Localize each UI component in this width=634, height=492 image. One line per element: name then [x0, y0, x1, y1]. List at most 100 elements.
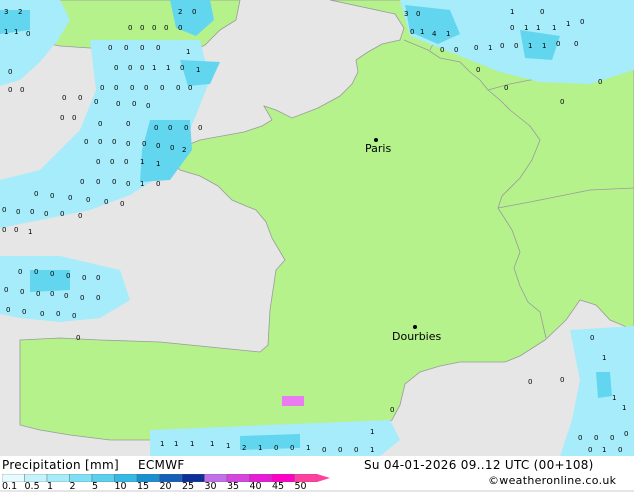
- svg-text:0: 0: [514, 42, 518, 50]
- svg-text:0: 0: [140, 64, 144, 72]
- svg-text:0: 0: [50, 192, 54, 200]
- svg-text:0: 0: [2, 226, 6, 234]
- svg-text:0: 0: [574, 40, 578, 48]
- svg-text:1: 1: [420, 28, 424, 36]
- svg-text:1: 1: [306, 444, 310, 452]
- svg-text:1: 1: [602, 446, 606, 454]
- scale-tick-label: 40: [249, 481, 262, 492]
- svg-text:0: 0: [36, 290, 40, 298]
- svg-text:0: 0: [610, 434, 614, 442]
- svg-text:0: 0: [454, 46, 458, 54]
- svg-text:0: 0: [8, 68, 12, 76]
- svg-text:0: 0: [322, 446, 326, 454]
- svg-text:2: 2: [242, 444, 246, 452]
- svg-text:1: 1: [190, 440, 194, 448]
- precipitation-map[interactable]: 32 110 000 20 00000 00001 0001101 000000…: [0, 0, 634, 456]
- svg-text:0: 0: [34, 268, 38, 276]
- svg-text:0: 0: [140, 24, 144, 32]
- svg-text:0: 0: [56, 310, 60, 318]
- svg-text:1: 1: [542, 42, 546, 50]
- svg-text:0: 0: [120, 200, 124, 208]
- svg-text:0: 0: [126, 180, 130, 188]
- svg-text:1: 1: [602, 354, 606, 362]
- model-name: ECMWF: [138, 458, 185, 472]
- svg-text:0: 0: [126, 120, 130, 128]
- svg-text:0: 0: [64, 292, 68, 300]
- svg-text:0: 0: [62, 94, 66, 102]
- svg-text:0: 0: [30, 208, 34, 216]
- svg-text:0: 0: [20, 288, 24, 296]
- scale-tick-label: 30: [204, 481, 217, 492]
- svg-text:0: 0: [146, 102, 150, 110]
- svg-text:1: 1: [528, 42, 532, 50]
- svg-text:0: 0: [112, 178, 116, 186]
- scale-tick-label: 2: [69, 481, 76, 492]
- scale-tick-label: 35: [227, 481, 240, 492]
- svg-text:0: 0: [116, 100, 120, 108]
- svg-text:0: 0: [2, 206, 6, 214]
- svg-text:0: 0: [126, 140, 130, 148]
- svg-text:1: 1: [160, 440, 164, 448]
- svg-text:1: 1: [510, 8, 514, 16]
- svg-text:0: 0: [96, 178, 100, 186]
- svg-text:0: 0: [66, 272, 70, 280]
- svg-text:1: 1: [446, 30, 450, 38]
- svg-text:0: 0: [20, 86, 24, 94]
- credit-text: ©weatheronline.co.uk: [488, 474, 617, 487]
- svg-text:0: 0: [72, 114, 76, 122]
- svg-text:1: 1: [210, 440, 214, 448]
- svg-text:0: 0: [16, 208, 20, 216]
- city-marker: [413, 325, 417, 329]
- svg-text:0: 0: [590, 334, 594, 342]
- svg-text:0: 0: [76, 334, 80, 342]
- scale-tick-label: 10: [114, 481, 127, 492]
- svg-text:0: 0: [60, 210, 64, 218]
- svg-text:0: 0: [156, 180, 160, 188]
- svg-text:0: 0: [184, 124, 188, 132]
- svg-text:0: 0: [390, 406, 394, 414]
- svg-text:2: 2: [182, 146, 186, 154]
- svg-text:1: 1: [370, 446, 374, 454]
- svg-text:0: 0: [72, 312, 76, 320]
- valid-time: Su 04-01-2026 09..12 UTC (00+108): [364, 458, 594, 472]
- svg-text:0: 0: [6, 306, 10, 314]
- svg-text:0: 0: [188, 84, 192, 92]
- svg-text:0: 0: [476, 66, 480, 74]
- svg-text:0: 0: [124, 158, 128, 166]
- svg-text:0: 0: [580, 18, 584, 26]
- svg-text:0: 0: [34, 190, 38, 198]
- svg-text:1: 1: [370, 428, 374, 436]
- svg-text:0: 0: [104, 198, 108, 206]
- svg-text:0: 0: [154, 124, 158, 132]
- svg-text:0: 0: [124, 44, 128, 52]
- svg-text:1: 1: [612, 394, 616, 402]
- svg-text:0: 0: [140, 44, 144, 52]
- svg-text:0: 0: [82, 274, 86, 282]
- svg-text:0: 0: [560, 98, 564, 106]
- svg-text:0: 0: [540, 8, 544, 16]
- svg-text:1: 1: [140, 180, 144, 188]
- svg-text:0: 0: [556, 40, 560, 48]
- svg-text:0: 0: [96, 294, 100, 302]
- svg-text:0: 0: [96, 158, 100, 166]
- svg-text:1: 1: [552, 24, 556, 32]
- scale-tick-label: 0.1: [2, 481, 18, 492]
- svg-text:0: 0: [618, 446, 622, 454]
- svg-text:0: 0: [594, 434, 598, 442]
- svg-text:0: 0: [4, 286, 8, 294]
- svg-text:0: 0: [180, 64, 184, 72]
- svg-text:0: 0: [164, 24, 168, 32]
- svg-text:0: 0: [128, 64, 132, 72]
- svg-text:0: 0: [114, 64, 118, 72]
- svg-text:0: 0: [338, 446, 342, 454]
- svg-text:0: 0: [170, 144, 174, 152]
- svg-text:0: 0: [86, 196, 90, 204]
- svg-text:0: 0: [144, 84, 148, 92]
- scale-tick-label: 15: [137, 481, 150, 492]
- scale-tick-label: 1: [47, 481, 54, 492]
- svg-text:3: 3: [404, 10, 408, 18]
- scale-arrow: [317, 474, 330, 482]
- svg-text:0: 0: [100, 84, 104, 92]
- svg-text:0: 0: [192, 8, 196, 16]
- svg-text:0: 0: [78, 212, 82, 220]
